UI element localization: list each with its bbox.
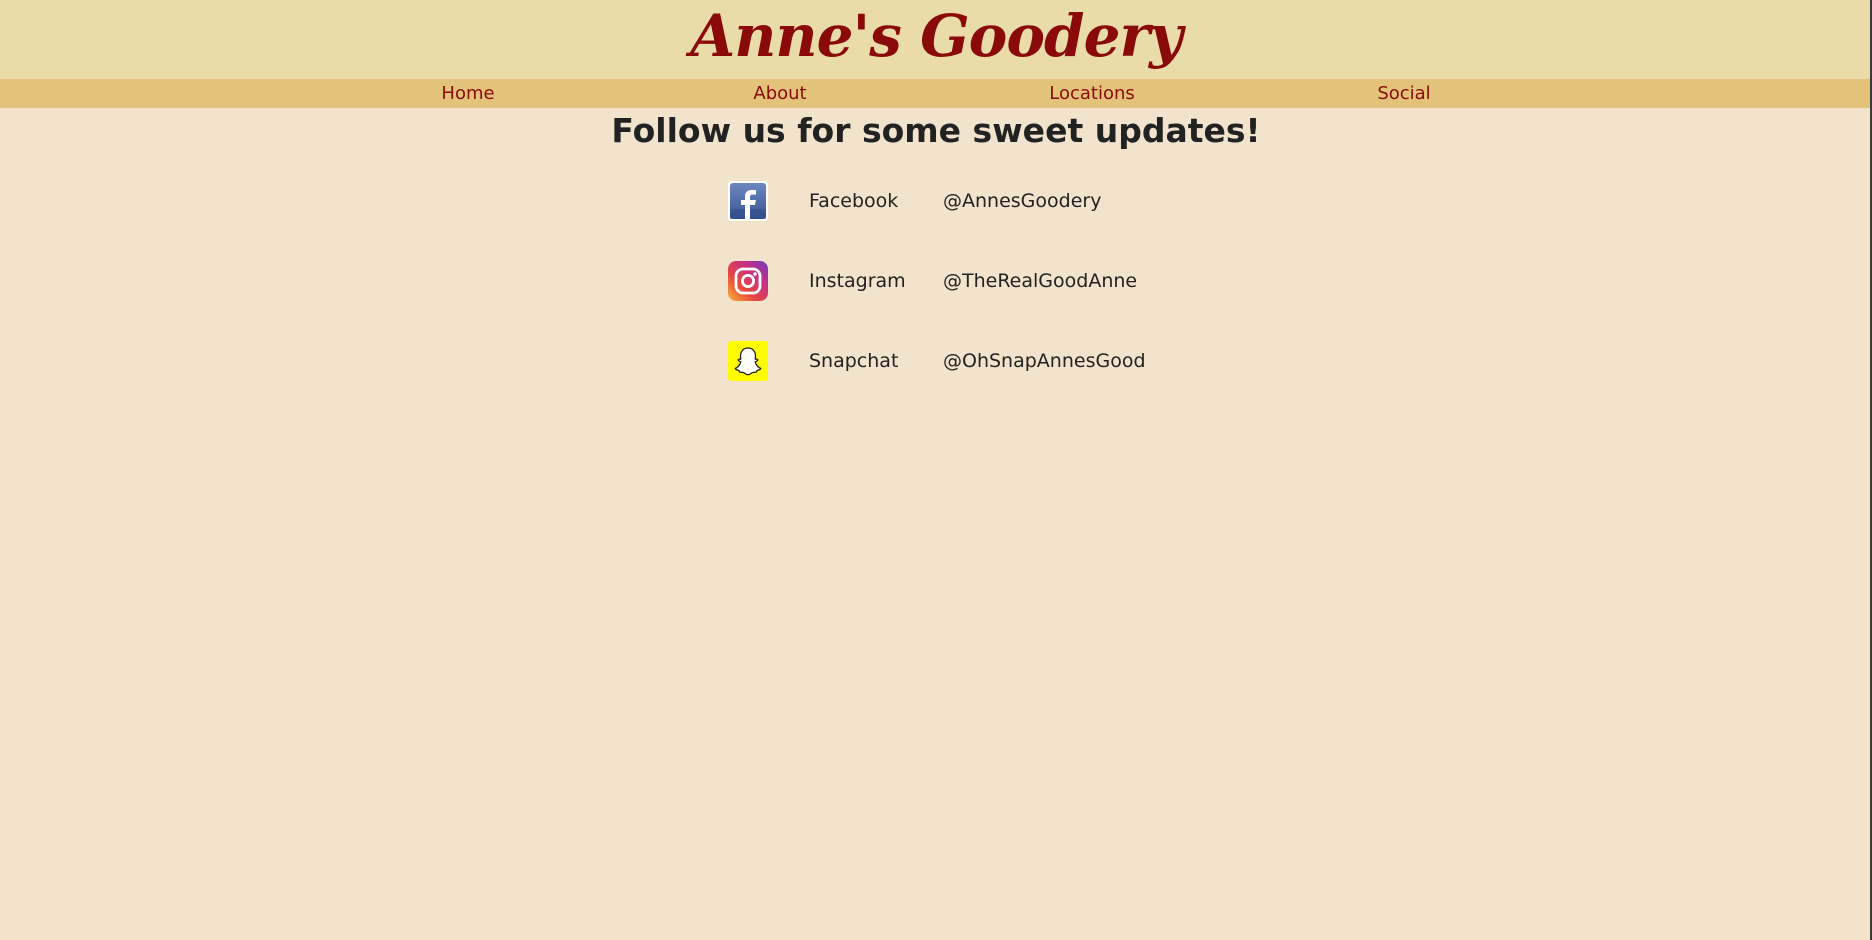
- nav-social-link[interactable]: Social: [1248, 79, 1560, 108]
- facebook-icon[interactable]: [728, 181, 768, 221]
- nav-locations-link[interactable]: Locations: [936, 79, 1248, 108]
- social-name: Snapchat: [809, 350, 899, 372]
- social-row-instagram: Instagram @TheRealGoodAnne: [728, 261, 1188, 303]
- social-handle[interactable]: @AnnesGoodery: [943, 181, 1101, 221]
- social-name: Facebook: [809, 190, 899, 212]
- page-title: Follow us for some sweet updates!: [611, 111, 1261, 150]
- social-row-facebook: Facebook @AnnesGoodery: [728, 181, 1188, 223]
- social-name: Instagram: [809, 270, 906, 292]
- nav-about-link[interactable]: About: [624, 79, 936, 108]
- main-nav: Home About Locations Social: [0, 79, 1872, 108]
- social-handle[interactable]: @TheRealGoodAnne: [943, 261, 1137, 301]
- social-row-snapchat: Snapchat @OhSnapAnnesGood: [728, 341, 1188, 383]
- instagram-icon[interactable]: [728, 261, 768, 301]
- snapchat-icon[interactable]: [728, 341, 768, 381]
- site-logo[interactable]: Anne's Goodery: [0, 0, 1872, 79]
- social-handle[interactable]: @OhSnapAnnesGood: [943, 341, 1146, 381]
- nav-home-link[interactable]: Home: [312, 79, 624, 108]
- site-header: Anne's Goodery: [0, 0, 1872, 79]
